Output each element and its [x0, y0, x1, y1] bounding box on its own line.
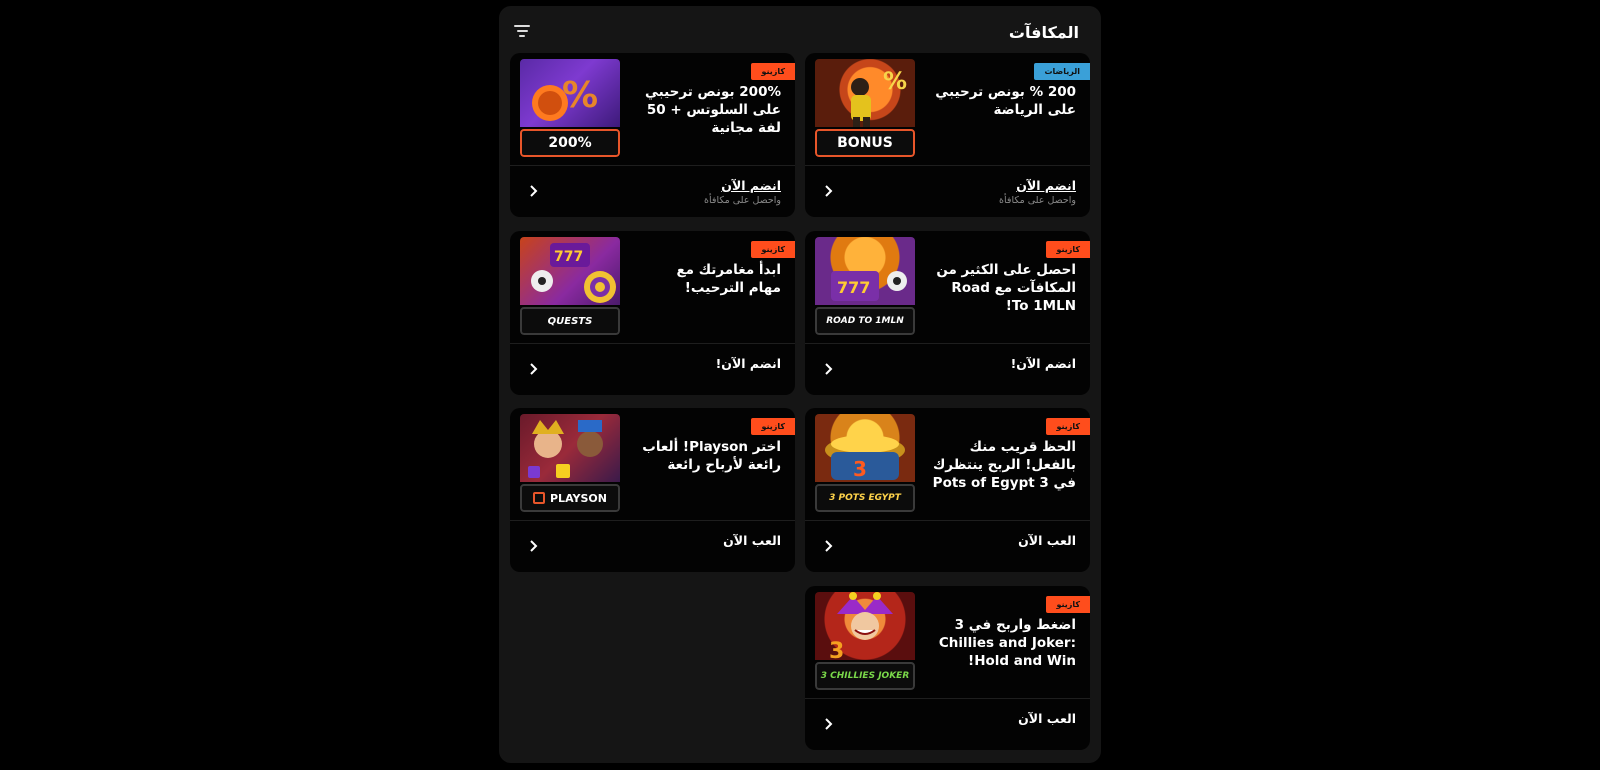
category-badge: كازينو	[751, 241, 795, 258]
chevron-right-icon[interactable]	[526, 184, 540, 198]
bonus-title: اختر Playson! ألعاب رائعة لأرباح رائعة	[642, 439, 781, 474]
bonus-title: الحظ قريب منك بالفعل! الربح ينتظرك في 3 …	[932, 439, 1076, 492]
bonus-thumbnail: 777 QUESTS	[520, 237, 620, 335]
play-now-link[interactable]: العب الآن	[1018, 711, 1076, 726]
thumbnail-label: QUESTS	[520, 307, 620, 335]
category-badge: كازينو	[751, 418, 795, 435]
svg-text:777: 777	[554, 249, 583, 265]
bonus-title: ابدأ مغامرتك مع مهام الترحيب!	[676, 262, 781, 297]
svg-text:3: 3	[853, 457, 867, 481]
play-now-link[interactable]: العب الآن	[723, 533, 781, 548]
svg-text:3: 3	[829, 639, 844, 660]
bonus-thumbnail: 3 3 CHILLIES JOKER	[815, 592, 915, 690]
page-title: المكافآت	[1008, 23, 1079, 42]
svg-text:777: 777	[837, 278, 870, 297]
join-now-link[interactable]: انضم الآن!	[716, 356, 781, 371]
bonus-thumbnail: 777 ROAD TO 1MLN	[815, 237, 915, 335]
thumbnail-label: ROAD TO 1MLN	[815, 307, 915, 335]
bonus-thumbnail: % 200%	[520, 59, 620, 157]
filter-icon[interactable]	[511, 20, 533, 42]
chevron-right-icon[interactable]	[821, 184, 835, 198]
thumbnail-label: 3 CHILLIES JOKER	[815, 662, 915, 690]
chevron-right-icon[interactable]	[526, 362, 540, 376]
bonus-card-3-pots-of-egypt[interactable]: كازينو الحظ قريب منك بالفعل! الربح ينتظر…	[805, 408, 1090, 572]
play-now-link[interactable]: العب الآن	[1018, 533, 1076, 548]
svg-text:%: %	[562, 75, 598, 116]
bonus-thumbnail: % BONUS	[815, 59, 915, 157]
category-badge: كازينو	[751, 63, 795, 80]
bonus-title: اضغط واربح في 3 Chillies and Joker: Hold…	[938, 617, 1076, 670]
category-badge: كازينو	[1046, 596, 1090, 613]
bonus-card-sports-welcome[interactable]: الرياضات 200 % بونص ترحيبي على الرياضة %…	[805, 53, 1090, 217]
bonus-card-playson[interactable]: كازينو اختر Playson! ألعاب رائعة لأرباح …	[510, 408, 795, 572]
bonus-title: احصل على الكثير من المكافآت مع Road To 1…	[936, 262, 1076, 315]
bonus-title: 200 % بونص ترحيبي على الرياضة	[935, 84, 1076, 119]
bonus-thumbnail: PLAYSON	[520, 414, 620, 512]
chevron-right-icon[interactable]	[526, 539, 540, 553]
bonus-card-slots-welcome[interactable]: كازينو 200% بونص ترحيبي على السلوتس + 50…	[510, 53, 795, 217]
bonus-card-3-chillies-joker[interactable]: كازينو اضغط واربح في 3 Chillies and Joke…	[805, 586, 1090, 750]
bonus-card-quests[interactable]: كازينو ابدأ مغامرتك مع مهام الترحيب! 777…	[510, 231, 795, 395]
category-badge: كازينو	[1046, 418, 1090, 435]
thumbnail-label: 200%	[520, 129, 620, 157]
thumbnail-label: BONUS	[815, 129, 915, 157]
chevron-right-icon[interactable]	[821, 362, 835, 376]
join-now-link[interactable]: انضم الآن واحصل على مكافأة	[999, 178, 1076, 206]
playson-logo-icon	[533, 492, 545, 504]
join-now-link[interactable]: انضم الآن واحصل على مكافأة	[704, 178, 781, 206]
bonus-thumbnail: 3 3 POTS EGYPT	[815, 414, 915, 512]
join-now-link[interactable]: انضم الآن!	[1011, 356, 1076, 371]
thumbnail-label: PLAYSON	[520, 484, 620, 512]
chevron-right-icon[interactable]	[821, 539, 835, 553]
category-badge: كازينو	[1046, 241, 1090, 258]
thumbnail-label: 3 POTS EGYPT	[815, 484, 915, 512]
bonuses-panel: المكافآت الرياضات 200 % بونص ترحيبي على …	[499, 6, 1101, 763]
category-badge: الرياضات	[1034, 63, 1090, 80]
bonus-card-road-to-1mln[interactable]: كازينو احصل على الكثير من المكافآت مع Ro…	[805, 231, 1090, 395]
bonus-title: 200% بونص ترحيبي على السلوتس + 50 لفة مج…	[644, 84, 781, 137]
chevron-right-icon[interactable]	[821, 717, 835, 731]
svg-text:%: %	[883, 67, 907, 95]
